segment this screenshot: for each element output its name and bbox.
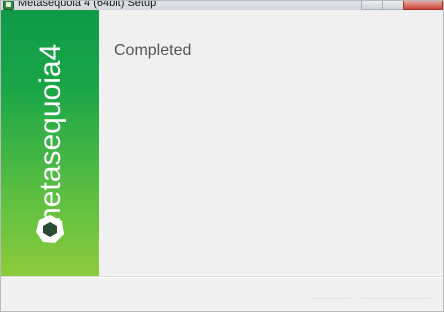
- title-bar[interactable]: Metasequoia 4 (64bit) Setup: [1, 1, 443, 10]
- window-controls: [361, 1, 443, 10]
- brand-sidebar: metasequoia4: [1, 10, 99, 276]
- page-heading: Completed: [114, 42, 192, 59]
- metasequoia-logo-icon: [36, 215, 64, 243]
- main-panel: Completed: [99, 10, 443, 276]
- footer-separator-highlight: [1, 277, 443, 278]
- close-button[interactable]: [403, 1, 443, 10]
- app-icon: [3, 1, 14, 10]
- brand-version: 4: [34, 43, 67, 61]
- footer-line-right: [361, 298, 431, 299]
- installer-window: Metasequoia 4 (64bit) Setup metasequoia4…: [0, 0, 444, 312]
- minimize-button[interactable]: [361, 1, 383, 10]
- brand-wordmark: metasequoia4: [34, 43, 67, 233]
- footer-line-left: [311, 298, 351, 299]
- brand-name: metasequoia: [34, 60, 67, 233]
- maximize-button[interactable]: [382, 1, 404, 10]
- window-title: Metasequoia 4 (64bit) Setup: [18, 1, 157, 9]
